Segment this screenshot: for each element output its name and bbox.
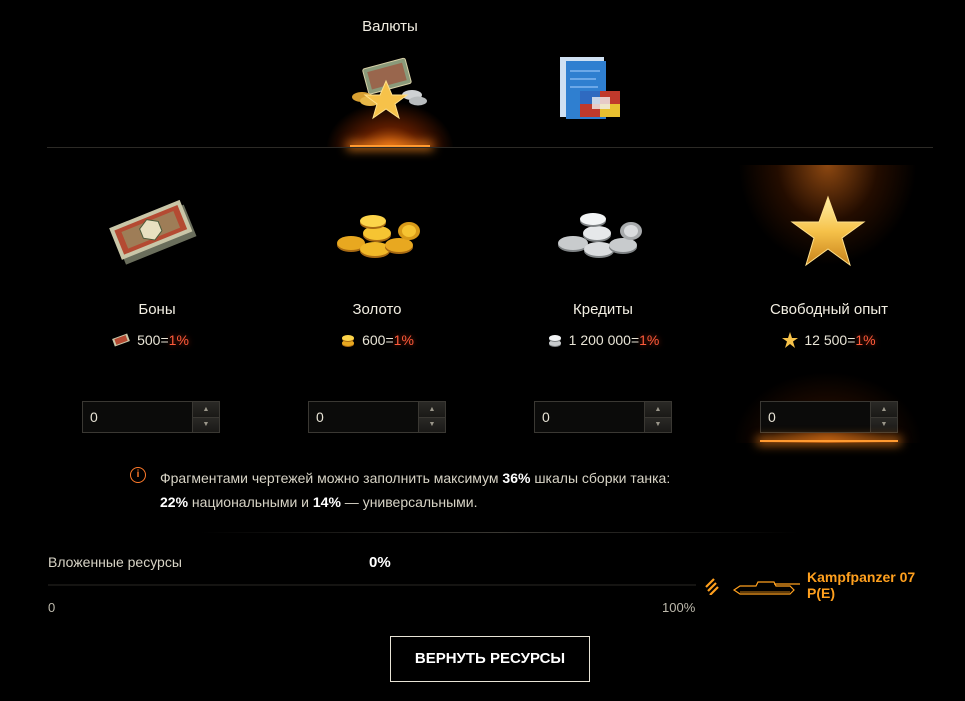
bonds-icon — [109, 199, 197, 265]
gold-icon — [337, 215, 420, 258]
resource-name-gold: Золото — [352, 301, 402, 318]
rate-amount: 500 — [137, 332, 161, 348]
free-xp-quantity-stepper[interactable]: ▲ ▼ — [760, 401, 898, 433]
resource-gold-image — [333, 205, 425, 265]
credits-small-icon — [548, 335, 561, 347]
resource-bonds-image — [105, 190, 200, 272]
credits-quantity-input[interactable] — [535, 402, 644, 432]
info-text-part: национальными и — [188, 494, 313, 510]
resource-name-credits: Кредиты — [573, 301, 633, 318]
gold-increment-button[interactable]: ▲ — [419, 402, 445, 417]
rate-percent: 1% — [639, 332, 660, 348]
info-text-part: Фрагментами чертежей можно заполнить мак… — [160, 470, 503, 486]
bonds-quantity-stepper[interactable]: ▲ ▼ — [82, 401, 220, 433]
resource-rate-credits: 1 200 000=1% — [493, 332, 713, 348]
gold-quantity-input[interactable] — [309, 402, 418, 432]
free-xp-star-icon — [790, 195, 866, 267]
bonds-small-icon — [112, 333, 130, 347]
info-national-percent: 22% — [160, 494, 189, 510]
resource-name-bonds: Боны — [138, 301, 176, 318]
tab-blueprints[interactable] — [556, 55, 626, 123]
return-resources-button[interactable]: ВЕРНУТЬ РЕСУРСЫ — [390, 636, 590, 682]
resource-rate-bonds: 500=1% — [40, 332, 260, 348]
credits-quantity-stepper[interactable]: ▲ ▼ — [534, 401, 672, 433]
tank-name-line1: Kampfpanzer 07 — [807, 569, 916, 585]
info-universal-percent: 14% — [312, 494, 341, 510]
rate-percent: 1% — [393, 332, 414, 348]
info-text-part: шкалы сборки танка: — [530, 470, 671, 486]
tank-icon — [732, 581, 800, 595]
info-text-part: — универсальными. — [340, 494, 478, 510]
gold-small-icon — [342, 335, 355, 347]
progress-scale-min: 0 — [48, 600, 56, 615]
star-small-icon — [782, 332, 799, 348]
info-max-percent: 36% — [502, 470, 531, 486]
credits-increment-button[interactable]: ▲ — [645, 402, 671, 417]
tank-silhouette — [730, 578, 802, 598]
rate-amount: 12 500 — [804, 332, 848, 348]
rate-equals: = — [160, 332, 169, 348]
selected-resource-indicator — [760, 440, 898, 442]
tab-currencies[interactable] — [348, 55, 434, 130]
invested-resources-value: 0% — [369, 554, 391, 571]
bonds-increment-button[interactable]: ▲ — [193, 402, 219, 417]
progress-scale-max: 100% — [662, 600, 696, 615]
resource-rate-free-xp: 12 500=1% — [719, 332, 939, 348]
resource-free-xp-image — [790, 195, 866, 269]
tabs-divider — [47, 147, 933, 148]
currencies-icon — [352, 57, 427, 120]
free-xp-decrement-button[interactable]: ▼ — [871, 416, 897, 432]
section-divider — [200, 532, 800, 533]
rate-percent: 1% — [168, 332, 189, 348]
resource-rate-gold: 600=1% — [267, 332, 487, 348]
tier-chevrons-icon — [705, 578, 719, 596]
gold-quantity-stepper[interactable]: ▲ ▼ — [308, 401, 446, 433]
resource-credits-image — [553, 205, 648, 265]
credits-decrement-button[interactable]: ▼ — [645, 416, 671, 432]
gold-decrement-button[interactable]: ▼ — [419, 416, 445, 432]
tab-currencies-label: Валюты — [362, 18, 418, 35]
rate-equals: = — [630, 332, 640, 348]
rate-amount: 1 200 000 — [568, 332, 631, 348]
free-xp-increment-button[interactable]: ▲ — [871, 402, 897, 417]
invested-resources-label: Вложенные ресурсы — [48, 554, 182, 570]
rate-equals: = — [385, 332, 394, 348]
blueprint-info-text: Фрагментами чертежей можно заполнить мак… — [160, 466, 670, 514]
info-icon: i — [130, 467, 146, 483]
blueprints-icon — [560, 57, 620, 119]
bonds-decrement-button[interactable]: ▼ — [193, 416, 219, 432]
tank-name-line2: P(E) — [807, 585, 835, 601]
tank-tier-icon — [704, 577, 722, 596]
tank-name[interactable]: Kampfpanzer 07 P(E) — [807, 569, 915, 601]
bonds-quantity-input[interactable] — [83, 402, 192, 432]
credits-icon — [558, 213, 642, 258]
invested-progress-track — [48, 584, 696, 586]
rate-amount: 600 — [362, 332, 386, 348]
rate-percent: 1% — [855, 332, 876, 348]
resource-name-free-xp: Свободный опыт — [769, 301, 889, 318]
free-xp-quantity-input[interactable] — [761, 402, 870, 432]
